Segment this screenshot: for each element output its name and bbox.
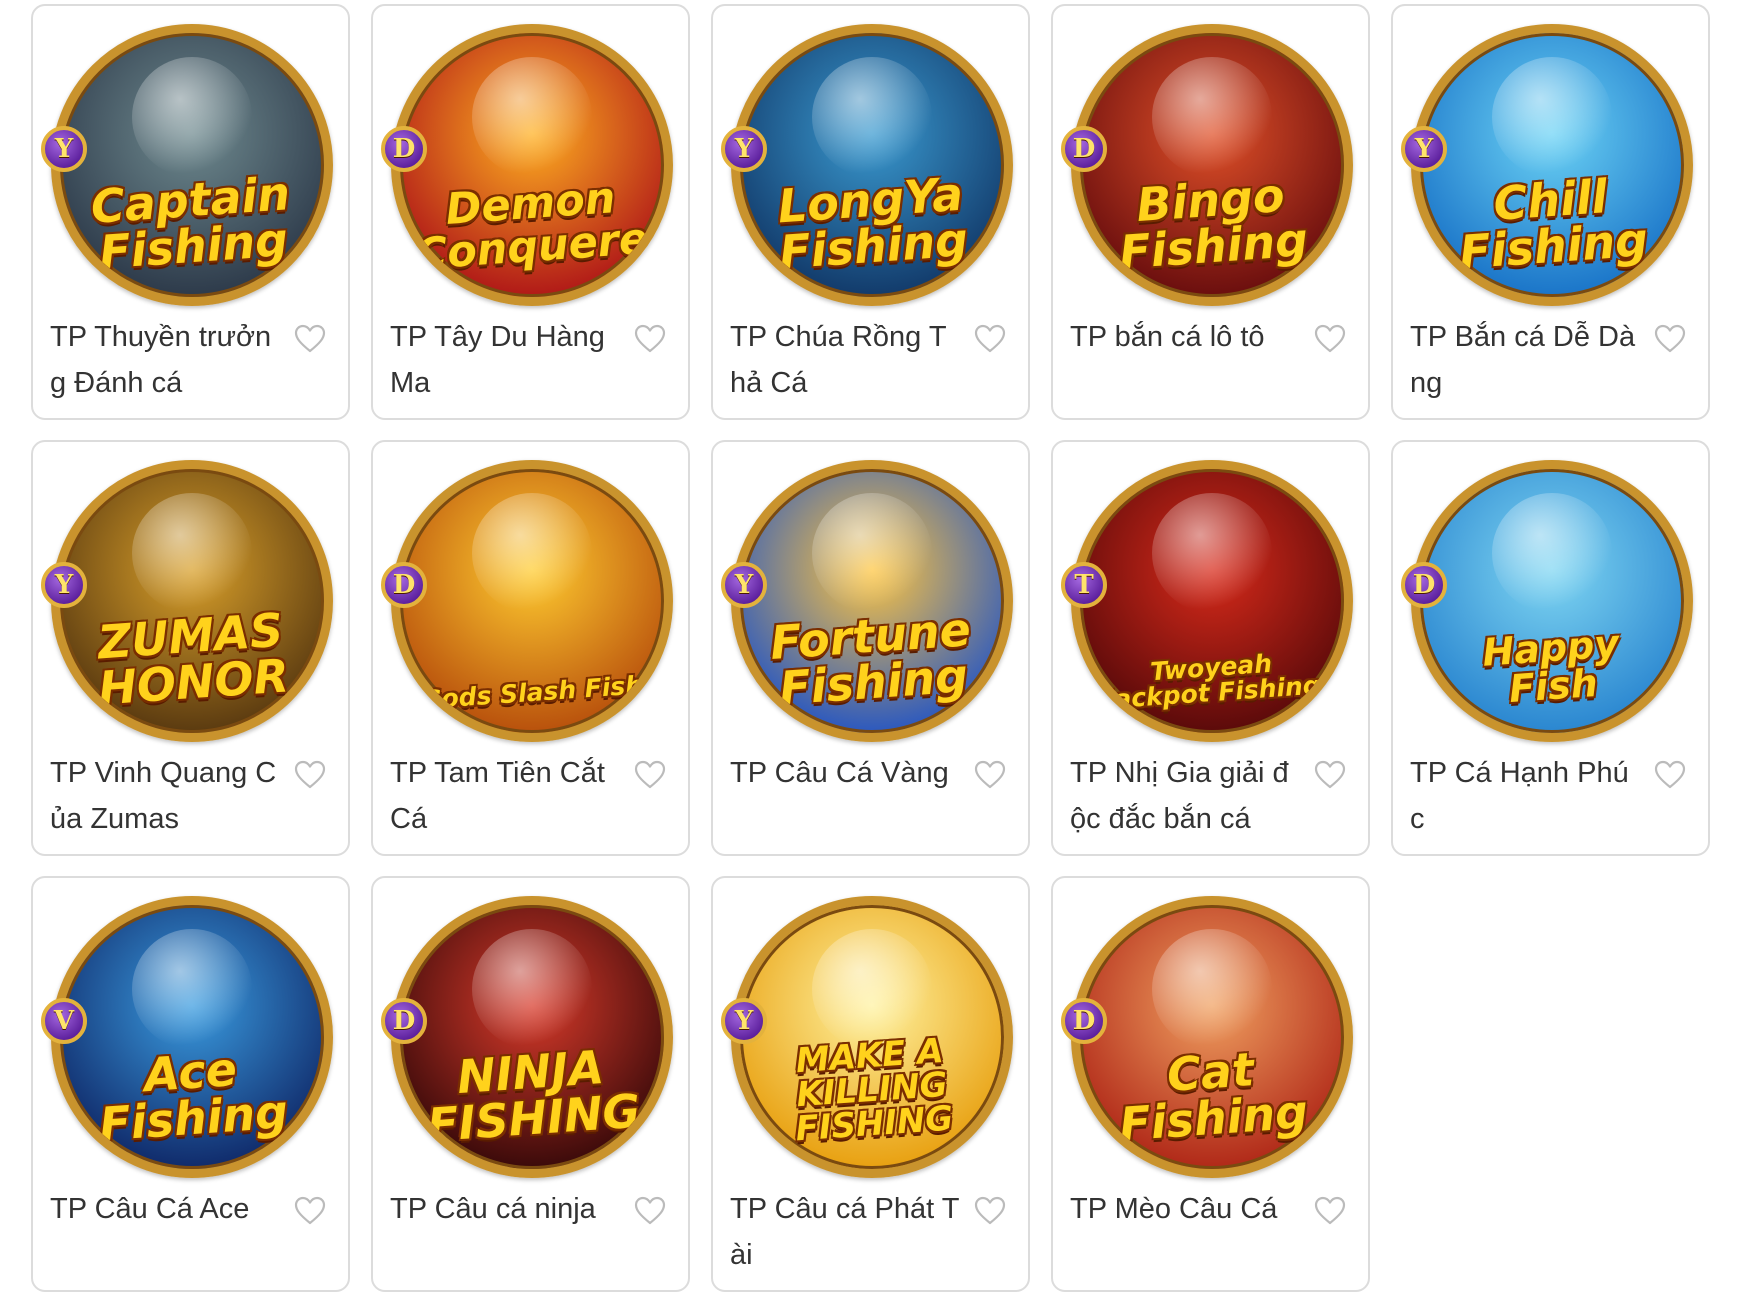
heart-outline-icon[interactable] — [1314, 324, 1346, 354]
game-card[interactable]: NINJA FISHING D TP Câu cá ninja — [371, 876, 690, 1292]
provider-badge: D — [381, 562, 427, 608]
provider-badge: Y — [721, 998, 767, 1044]
game-thumbnail[interactable]: ZUMAS HONOR — [51, 460, 333, 742]
game-card[interactable]: Cat Fishing D TP Mèo Câu Cá — [1051, 876, 1370, 1292]
game-name[interactable]: TP Chúa Rồng Thả Cá — [730, 314, 962, 406]
heart-outline-icon[interactable] — [974, 760, 1006, 790]
provider-badge: D — [1061, 998, 1107, 1044]
heart-outline-icon[interactable] — [634, 760, 666, 790]
game-card[interactable]: Captain Fishing Y TP Thuyền trưởng Đánh … — [31, 4, 350, 420]
game-card[interactable]: Ace Fishing V TP Câu Cá Ace — [31, 876, 350, 1292]
game-thumbnail[interactable]: Ace Fishing — [51, 896, 333, 1178]
game-name[interactable]: TP Vinh Quang Của Zumas — [50, 750, 282, 842]
heart-outline-icon[interactable] — [1654, 324, 1686, 354]
game-card[interactable]: Gods Slash Fish D TP Tam Tiên Cắt Cá — [371, 440, 690, 856]
game-art-title: Happy Fish — [1480, 621, 1621, 711]
game-thumbnail[interactable]: Bingo Fishing — [1071, 24, 1353, 306]
heart-outline-icon[interactable] — [974, 324, 1006, 354]
game-name[interactable]: TP Cá Hạnh Phúc — [1410, 750, 1642, 842]
provider-badge: D — [381, 998, 427, 1044]
game-name[interactable]: TP Tây Du Hàng Ma — [390, 314, 622, 406]
game-thumbnail[interactable]: Happy Fish — [1411, 460, 1693, 742]
game-thumbnail[interactable]: Captain Fishing — [51, 24, 333, 306]
heart-outline-icon[interactable] — [634, 1196, 666, 1226]
game-card[interactable]: Twoyeah Jackpot Fishing T TP Nhị Gia giả… — [1051, 440, 1370, 856]
game-art-title: Fortune Fishing — [768, 602, 973, 716]
game-name[interactable]: TP Câu cá ninja — [390, 1186, 622, 1232]
game-name[interactable]: TP Câu Cá Vàng — [730, 750, 962, 796]
game-thumbnail[interactable]: LongYa Fishing — [731, 24, 1013, 306]
game-thumbnail[interactable]: Twoyeah Jackpot Fishing — [1071, 460, 1353, 742]
game-art-title: Demon Conquered — [414, 173, 673, 281]
game-name[interactable]: TP Nhị Gia giải độc đắc bắn cá — [1070, 750, 1302, 842]
game-name[interactable]: TP Mèo Câu Cá — [1070, 1186, 1302, 1232]
game-card[interactable]: Chill Fishing Y TP Bắn cá Dễ Dàng — [1391, 4, 1710, 420]
game-thumbnail[interactable]: Chill Fishing — [1411, 24, 1693, 306]
game-card[interactable]: MAKE A KILLING FISHING Y TP Câu cá Phát … — [711, 876, 1030, 1292]
game-name[interactable]: TP Câu cá Phát Tài — [730, 1186, 962, 1278]
game-thumbnail[interactable]: Cat Fishing — [1071, 896, 1353, 1178]
game-card[interactable]: Happy Fish D TP Cá Hạnh Phúc — [1391, 440, 1710, 856]
game-thumbnail[interactable]: Demon Conquered — [391, 24, 673, 306]
game-art-title: MAKE A KILLING FISHING — [794, 1030, 955, 1150]
game-thumbnail[interactable]: NINJA FISHING — [391, 896, 673, 1178]
heart-outline-icon[interactable] — [294, 760, 326, 790]
heart-outline-icon[interactable] — [1654, 760, 1686, 790]
provider-badge: Y — [1401, 126, 1447, 172]
provider-badge: Y — [721, 562, 767, 608]
heart-outline-icon[interactable] — [1314, 1196, 1346, 1226]
provider-badge: D — [1061, 126, 1107, 172]
game-art-title: LongYa Fishing — [775, 166, 970, 280]
heart-outline-icon[interactable] — [294, 1196, 326, 1226]
game-card[interactable]: Fortune Fishing Y TP Câu Cá Vàng — [711, 440, 1030, 856]
game-card[interactable]: Demon Conquered D TP Tây Du Hàng Ma — [371, 4, 690, 420]
heart-outline-icon[interactable] — [294, 324, 326, 354]
provider-badge: Y — [41, 562, 87, 608]
provider-badge: Y — [41, 126, 87, 172]
game-thumbnail[interactable]: Fortune Fishing — [731, 460, 1013, 742]
heart-outline-icon[interactable] — [634, 324, 666, 354]
game-art-title: Gods Slash Fish — [420, 670, 644, 715]
game-name[interactable]: TP Thuyền trưởng Đánh cá — [50, 314, 282, 406]
game-art-title: Ace Fishing — [97, 1041, 290, 1152]
game-art-title: Bingo Fishing — [1117, 167, 1310, 280]
provider-badge: V — [41, 998, 87, 1044]
heart-outline-icon[interactable] — [974, 1196, 1006, 1226]
provider-badge: T — [1061, 562, 1107, 608]
game-art-title: Captain Fishing — [89, 166, 292, 280]
game-thumbnail[interactable]: MAKE A KILLING FISHING — [731, 896, 1013, 1178]
game-name[interactable]: TP Bắn cá Dễ Dàng — [1410, 314, 1642, 406]
provider-badge: D — [1401, 562, 1447, 608]
game-grid: Captain Fishing Y TP Thuyền trưởng Đánh … — [31, 4, 1710, 1292]
game-art-title: ZUMAS HONOR — [96, 602, 291, 716]
game-art-title: Chill Fishing — [1457, 169, 1650, 280]
game-art-title: Cat Fishing — [1117, 1042, 1310, 1152]
game-art-title: Twoyeah Jackpot Fishing — [1104, 648, 1322, 715]
game-card[interactable]: LongYa Fishing Y TP Chúa Rồng Thả Cá — [711, 4, 1030, 420]
game-name[interactable]: TP bắn cá lô tô — [1070, 314, 1302, 360]
game-card[interactable]: ZUMAS HONOR Y TP Vinh Quang Của Zumas — [31, 440, 350, 856]
game-thumbnail[interactable]: Gods Slash Fish — [391, 460, 673, 742]
game-name[interactable]: TP Tam Tiên Cắt Cá — [390, 750, 622, 842]
game-name[interactable]: TP Câu Cá Ace — [50, 1186, 282, 1232]
provider-badge: D — [381, 126, 427, 172]
heart-outline-icon[interactable] — [1314, 760, 1346, 790]
game-card[interactable]: Bingo Fishing D TP bắn cá lô tô — [1051, 4, 1370, 420]
provider-badge: Y — [721, 126, 767, 172]
game-art-title: NINJA FISHING — [425, 1040, 642, 1153]
